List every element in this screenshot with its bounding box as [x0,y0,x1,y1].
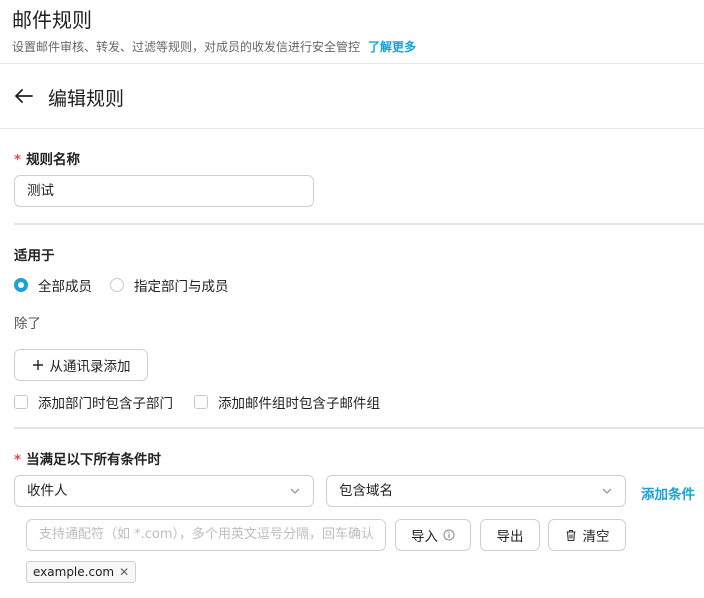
add-from-contacts-label: 从通讯录添加 [49,359,131,375]
radio-all-members[interactable]: 全部成员 [14,275,92,295]
header-divider [0,63,704,64]
required-mark: * [14,152,22,168]
include-sub-groups-checkbox[interactable]: 添加邮件组时包含子邮件组 [194,392,380,412]
domain-input[interactable]: 支持通配符（如 *.com），多个用英文逗号分隔，回车确认 [26,519,386,551]
section-divider-2 [14,427,704,429]
include-sub-depts-box [14,395,28,409]
radio-all-members-indicator [14,278,28,292]
add-from-contacts-button[interactable]: 从通讯录添加 [14,349,148,381]
import-label: 导入 [411,529,438,545]
radio-specific-members-indicator [110,278,124,292]
conditions-label-text: 当满足以下所有条件时 [26,452,162,468]
clear-label: 清空 [582,529,610,545]
condition-operator-value: 包含域名 [339,483,393,499]
radio-specific-members-label: 指定部门与成员 [134,279,229,295]
clear-button[interactable]: 清空 [548,519,626,551]
learn-more-link[interactable]: 了解更多 [368,40,416,54]
rule-name-label: * 规则名称 [14,148,80,168]
condition-field-select[interactable]: 收件人 [14,475,314,507]
rule-name-label-text: 规则名称 [26,152,81,168]
radio-all-members-label: 全部成员 [38,279,92,295]
include-sub-groups-box [194,395,208,409]
edit-rule-title: 编辑规则 [48,88,125,110]
chevron-down-icon [602,488,612,494]
domain-tag: example.com ✕ [26,561,137,583]
condition-field-value: 收件人 [27,483,68,499]
export-button[interactable]: 导出 [480,519,540,551]
rule-name-value: 测试 [27,183,54,199]
info-icon [443,529,455,541]
radio-specific-members[interactable]: 指定部门与成员 [110,275,229,295]
applies-to-label: 适用于 [14,248,55,264]
plus-icon [32,360,43,370]
subtitle-text: 设置邮件审核、转发、过滤等规则，对成员的收发信进行安全管控 [12,40,361,54]
title-divider [0,128,704,129]
required-mark: * [14,452,22,468]
page-title: 邮件规则 [12,8,92,32]
page-subtitle: 设置邮件审核、转发、过滤等规则，对成员的收发信进行安全管控 了解更多 [12,38,416,55]
domain-tag-text: example.com [33,565,115,579]
except-label: 除了 [14,316,41,332]
add-condition-link[interactable]: 添加条件 [641,483,695,503]
include-sub-groups-label: 添加邮件组时包含子邮件组 [218,396,380,412]
trash-icon [566,529,575,541]
back-arrow-icon[interactable] [12,84,36,108]
export-label: 导出 [496,529,524,545]
condition-operator-select[interactable]: 包含域名 [326,475,626,507]
domain-input-placeholder: 支持通配符（如 *.com），多个用英文逗号分隔，回车确认 [39,527,375,542]
rule-name-input[interactable]: 测试 [14,175,314,207]
close-icon[interactable]: ✕ [119,565,129,579]
include-sub-depts-label: 添加部门时包含子部门 [38,396,173,412]
import-button[interactable]: 导入 [395,519,471,551]
chevron-down-icon [290,488,300,494]
conditions-label: * 当满足以下所有条件时 [14,448,161,468]
include-sub-depts-checkbox[interactable]: 添加部门时包含子部门 [14,392,173,412]
section-divider-1 [14,223,704,225]
